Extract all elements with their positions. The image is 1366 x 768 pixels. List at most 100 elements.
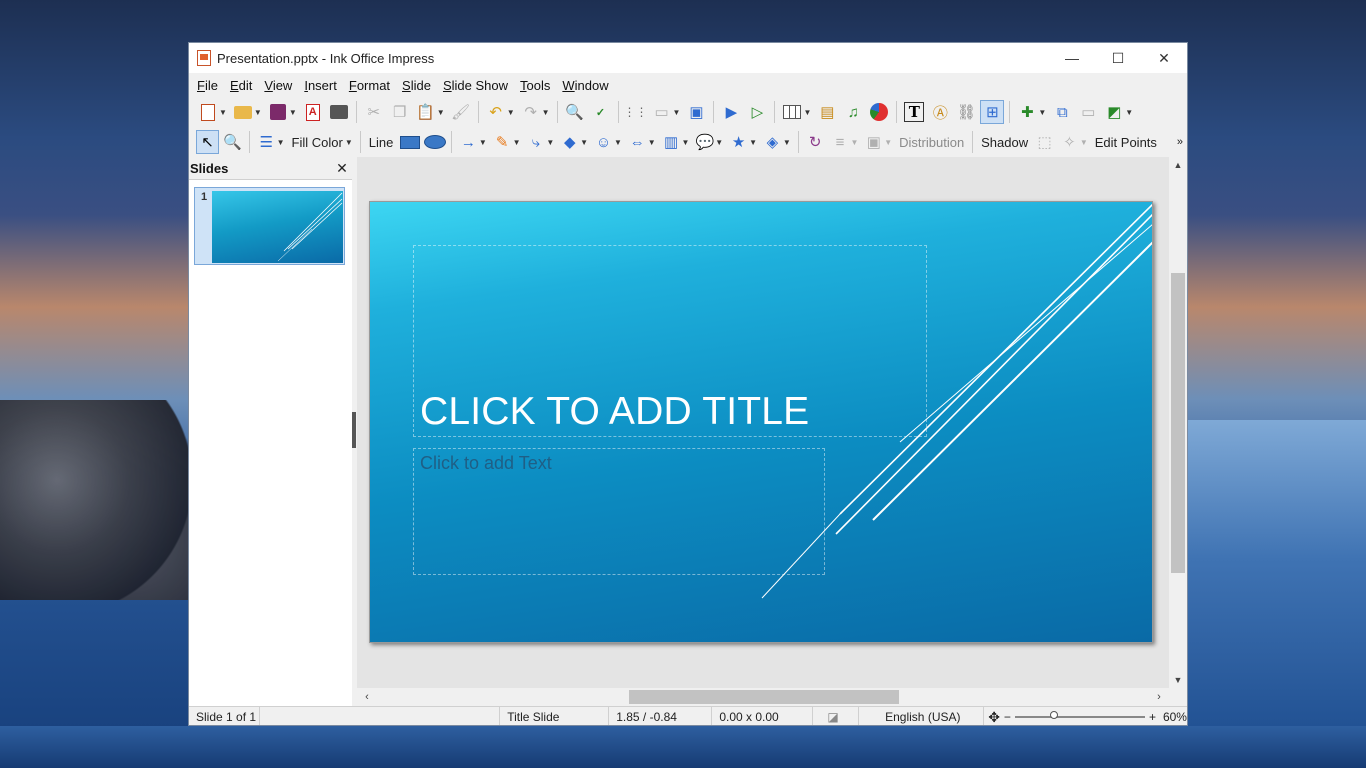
3d-objects-icon[interactable]: ◈ [761, 130, 784, 154]
views-dropdown-icon[interactable]: ▼ [673, 108, 681, 117]
open-folder-icon[interactable] [231, 100, 255, 124]
basic-shapes-dropdown-icon[interactable]: ▼ [580, 138, 588, 147]
new-slide-icon[interactable]: ✚ [1015, 100, 1039, 124]
zoom-slider-knob[interactable] [1049, 711, 1058, 719]
slide-thumbnail[interactable]: 1 [194, 187, 345, 265]
scroll-right-icon[interactable]: › [1151, 688, 1167, 706]
flowchart-icon[interactable]: ▥ [660, 130, 683, 154]
slides-panel-close-icon[interactable]: ✕ [334, 160, 350, 177]
chart-icon[interactable] [867, 100, 891, 124]
crop-icon[interactable]: ⬚ [1033, 130, 1056, 154]
menu-edit[interactable]: Edit [226, 78, 260, 93]
slide-layout-icon[interactable]: ◩ [1102, 100, 1126, 124]
3d-dropdown-icon[interactable]: ▼ [783, 138, 791, 147]
callouts-dropdown-icon[interactable]: ▼ [715, 138, 723, 147]
splitter-handle[interactable] [352, 412, 356, 448]
undo-dropdown-icon[interactable]: ▼ [507, 108, 515, 117]
body-placeholder[interactable]: Click to add Text [413, 448, 825, 575]
shapes-icon[interactable]: ⊞ [980, 100, 1005, 124]
symbol-shapes-dropdown-icon[interactable]: ▼ [614, 138, 622, 147]
fill-color-label[interactable]: Fill Color [292, 135, 343, 150]
print-icon[interactable] [327, 100, 351, 124]
layout-status[interactable]: Title Slide [500, 707, 610, 725]
title-placeholder[interactable]: CLICK TO ADD TITLE [413, 245, 927, 437]
ellipse-icon[interactable] [423, 130, 446, 154]
title-bar[interactable]: Presentation.pptx - Ink Office Impress —… [189, 43, 1187, 73]
slide-canvas-area[interactable]: CLICK TO ADD TITLE Click to add Text [357, 157, 1169, 688]
image-icon[interactable]: ▤ [815, 100, 839, 124]
stars-dropdown-icon[interactable]: ▼ [749, 138, 757, 147]
curve-dropdown-icon[interactable]: ▼ [513, 138, 521, 147]
new-dropdown-icon[interactable]: ▼ [219, 108, 227, 117]
clone-formatting-icon[interactable]: 🖌 [449, 100, 473, 124]
display-views-icon[interactable]: ▭ [650, 100, 674, 124]
align-icon[interactable]: ≡ [829, 130, 852, 154]
horizontal-scroll-thumb[interactable] [629, 690, 899, 704]
paste-dropdown-icon[interactable]: ▼ [437, 108, 445, 117]
document-modified-icon[interactable]: ◪ [813, 707, 860, 725]
find-replace-icon[interactable]: 🔍 [563, 100, 587, 124]
arrow-line-icon[interactable]: → [457, 130, 480, 154]
flowchart-dropdown-icon[interactable]: ▼ [682, 138, 690, 147]
scroll-up-icon[interactable]: ▲ [1169, 157, 1187, 173]
curve-pencil-icon[interactable]: ✎ [491, 130, 514, 154]
cut-icon[interactable]: ✂ [362, 100, 386, 124]
arrow-dropdown-icon[interactable]: ▼ [479, 138, 487, 147]
distribution-label[interactable]: Distribution [899, 135, 964, 150]
delete-slide-icon[interactable]: ▭ [1076, 100, 1100, 124]
maximize-button[interactable]: ☐ [1095, 43, 1141, 73]
filter-icon[interactable]: ✧ [1058, 130, 1081, 154]
menu-tools[interactable]: Tools [516, 78, 558, 93]
start-presentation-icon[interactable]: ▶ [719, 100, 743, 124]
zoom-slider[interactable] [1014, 711, 1145, 719]
scroll-left-icon[interactable]: ‹ [359, 688, 375, 706]
scroll-down-icon[interactable]: ▼ [1169, 672, 1187, 688]
edit-points-label[interactable]: Edit Points [1095, 135, 1157, 150]
rotate-icon[interactable]: ↻ [804, 130, 827, 154]
fit-slide-icon[interactable]: ✥ [988, 709, 1000, 726]
save-icon[interactable] [266, 100, 290, 124]
hyperlink-icon[interactable]: ⛓ [954, 100, 978, 124]
export-pdf-icon[interactable]: A [301, 100, 325, 124]
redo-icon[interactable]: ↷ [519, 100, 543, 124]
table-dropdown-icon[interactable]: ▼ [803, 108, 811, 117]
shadow-label[interactable]: Shadow [981, 135, 1028, 150]
zoom-out-icon[interactable]: − [1004, 710, 1011, 724]
undo-icon[interactable]: ↶ [484, 100, 508, 124]
new-document-icon[interactable] [196, 100, 220, 124]
arrange-icon[interactable]: ▣ [862, 130, 885, 154]
vertical-scrollbar[interactable]: ▲ ▼ [1169, 157, 1187, 688]
master-slide-icon[interactable]: ▣ [684, 100, 708, 124]
callouts-icon[interactable]: 💬 [693, 130, 716, 154]
menu-file[interactable]: File [193, 78, 226, 93]
block-arrows-icon[interactable]: ⇔ [626, 130, 649, 154]
duplicate-slide-icon[interactable]: ⧉ [1050, 100, 1074, 124]
filter-dropdown-icon[interactable]: ▼ [1080, 138, 1088, 147]
minimize-button[interactable]: — [1049, 43, 1095, 73]
zoom-in-icon[interactable]: + [1149, 710, 1156, 724]
stars-icon[interactable]: ★ [727, 130, 750, 154]
close-button[interactable]: ✕ [1141, 43, 1187, 73]
menu-format[interactable]: Format [345, 78, 398, 93]
block-arrows-dropdown-icon[interactable]: ▼ [648, 138, 656, 147]
align-dropdown-icon[interactable]: ▼ [850, 138, 858, 147]
arrange-dropdown-icon[interactable]: ▼ [884, 138, 892, 147]
basic-shapes-icon[interactable]: ◆ [558, 130, 581, 154]
horizontal-scrollbar[interactable]: ‹ › [357, 688, 1169, 706]
start-current-slide-icon[interactable]: ▷ [745, 100, 769, 124]
fill-color-dropdown-icon[interactable]: ▼ [345, 138, 353, 147]
symbol-shapes-icon[interactable]: ☺ [592, 130, 615, 154]
menu-slide-show[interactable]: Slide Show [439, 78, 516, 93]
rectangle-icon[interactable] [398, 130, 421, 154]
fontwork-icon[interactable]: Ⓐ [928, 100, 952, 124]
copy-icon[interactable]: ❐ [388, 100, 412, 124]
language-status[interactable]: English (USA) [859, 707, 985, 725]
media-icon[interactable]: ♫ [841, 100, 865, 124]
text-box-icon[interactable]: T [902, 100, 926, 124]
open-dropdown-icon[interactable]: ▼ [254, 108, 262, 117]
redo-dropdown-icon[interactable]: ▼ [542, 108, 550, 117]
menu-insert[interactable]: Insert [300, 78, 345, 93]
line-style-icon[interactable]: ☰ [255, 130, 278, 154]
line-tool-label[interactable]: Line [369, 135, 394, 150]
line-style-dropdown-icon[interactable]: ▼ [277, 138, 285, 147]
